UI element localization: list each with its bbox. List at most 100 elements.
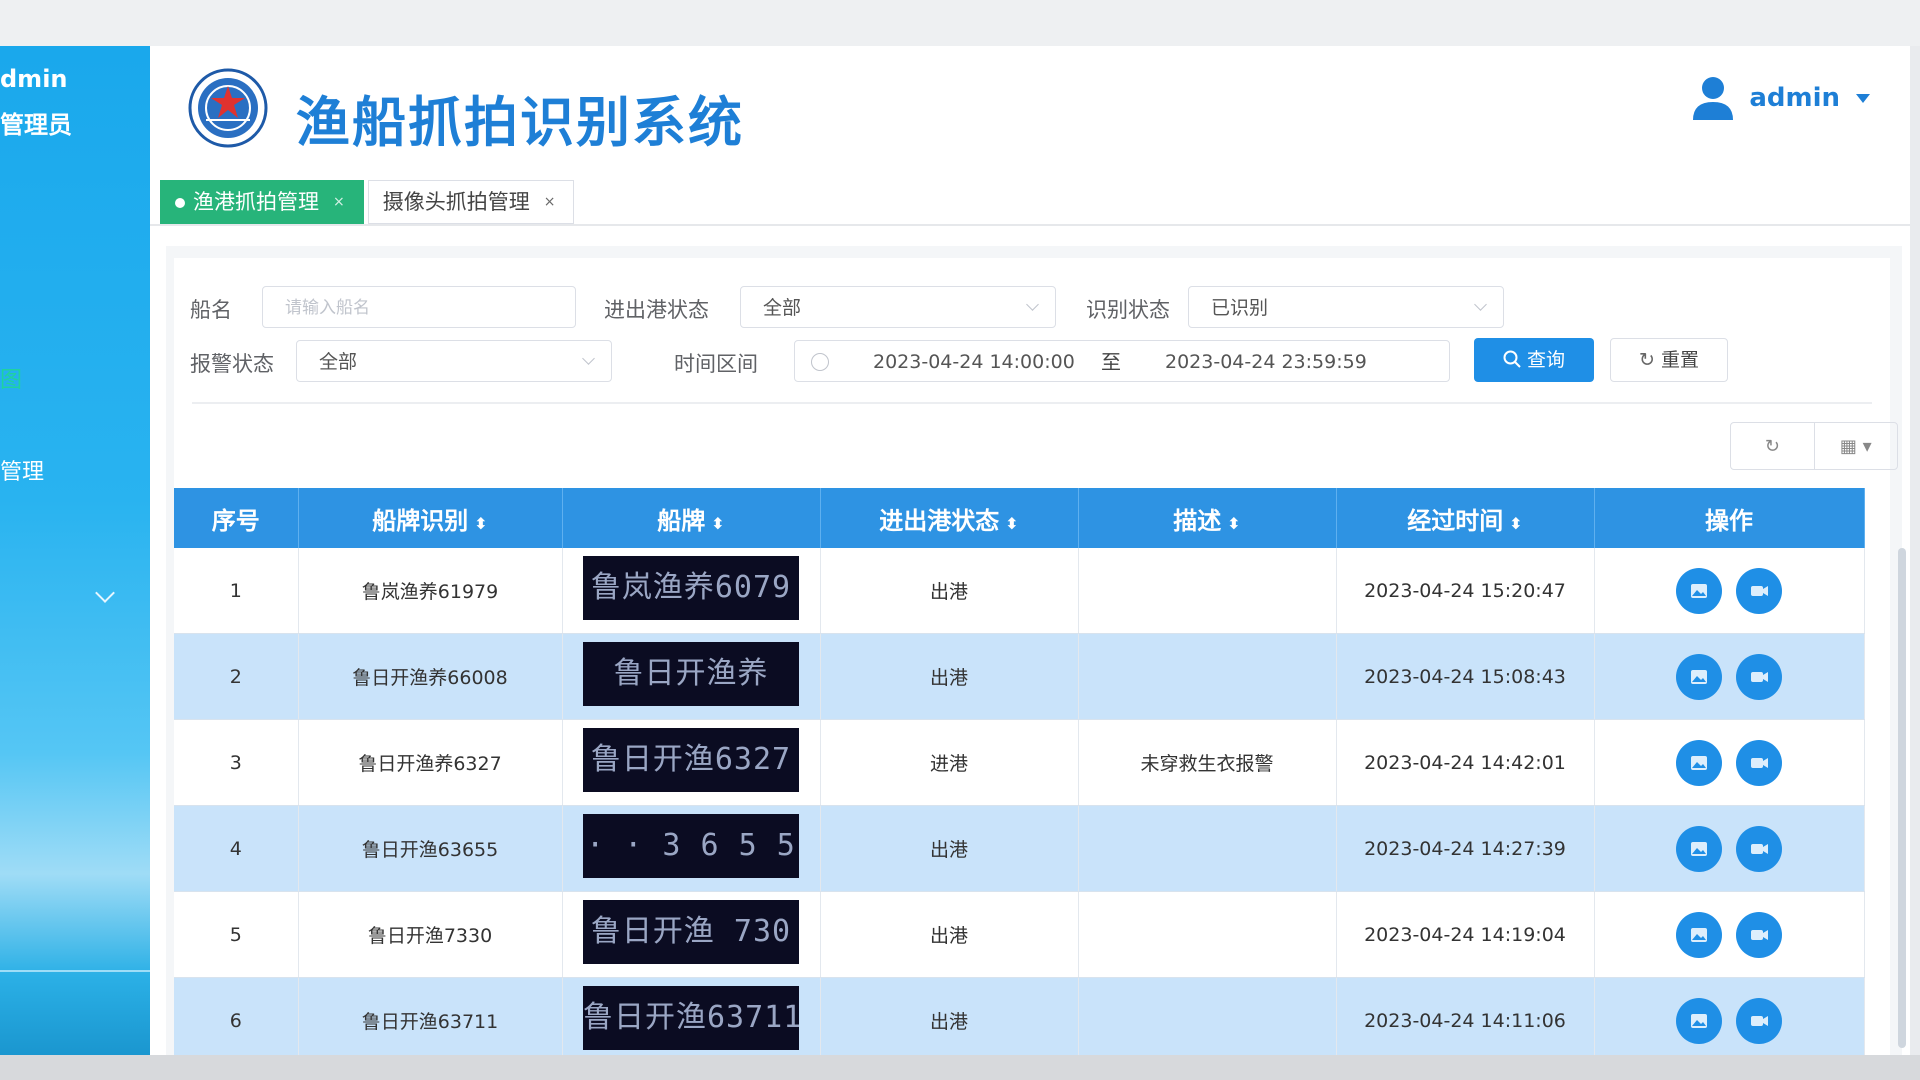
view-image-button[interactable] xyxy=(1676,825,1722,872)
app-title: 渔船抓拍识别系统 xyxy=(296,91,744,154)
column-header-recognized[interactable]: 船牌识别 ⬍ xyxy=(298,488,563,548)
time-range-picker[interactable]: 2023-04-24 14:00:00 至 2023-04-24 23:59:5… xyxy=(794,340,1450,382)
cell-time: 2023-04-24 14:42:01 xyxy=(1336,719,1595,806)
query-button-label: 查询 xyxy=(1526,349,1565,371)
view-video-button[interactable] xyxy=(1736,653,1782,700)
view-video-button[interactable] xyxy=(1736,567,1782,614)
view-image-button[interactable] xyxy=(1676,653,1722,700)
cell-status: 出港 xyxy=(820,805,1079,892)
column-header-time[interactable]: 经过时间 ⬍ xyxy=(1336,488,1595,548)
cell-index: 5 xyxy=(174,891,299,978)
cell-time: 2023-04-24 15:20:47 xyxy=(1336,548,1595,634)
cell-status: 出港 xyxy=(820,891,1079,978)
refresh-icon[interactable]: ↻ xyxy=(1731,423,1814,469)
cell-recognized: 鲁日开渔养6327 xyxy=(298,719,563,806)
chevron-down-icon xyxy=(1474,298,1487,311)
table-toolbar: ↻ ▦ ▾ xyxy=(1730,422,1898,470)
cell-index: 4 xyxy=(174,805,299,892)
tab-camera-capture[interactable]: 摄像头抓拍管理 × xyxy=(367,180,575,224)
cell-desc xyxy=(1078,805,1337,892)
table-row: 5 鲁日开渔7330 鲁日开渔 730 出港 2023-04-24 14:19:04 xyxy=(174,891,1865,978)
cell-time: 2023-04-24 15:08:43 xyxy=(1336,633,1595,720)
time-separator: 至 xyxy=(1101,350,1121,374)
view-video-button[interactable] xyxy=(1736,739,1782,786)
view-image-button[interactable] xyxy=(1676,997,1722,1044)
alarm-status-select[interactable]: 全部 xyxy=(296,340,612,382)
image-icon xyxy=(1691,669,1707,684)
columns-icon[interactable]: ▦ ▾ xyxy=(1813,423,1898,469)
form-divider xyxy=(192,402,1872,404)
sort-icon[interactable]: ⬍ xyxy=(1005,514,1018,533)
plate-thumbnail[interactable]: 鲁日开渔 730 xyxy=(583,900,799,964)
cell-status: 进港 xyxy=(820,719,1079,806)
cell-actions xyxy=(1594,977,1865,1056)
recog-status-label: 识别状态 xyxy=(1086,298,1170,322)
ship-name-label: 船名 xyxy=(190,298,232,322)
plate-thumbnail[interactable]: · · 3 6 5 5 xyxy=(583,814,799,878)
cell-recognized: 鲁岚渔养61979 xyxy=(298,548,563,634)
list-panel: 船名 请输入船名 进出港状态 全部 识别状态 已识别 报警状态 全部 时间区间 … xyxy=(174,258,1906,1056)
plate-thumbnail[interactable]: 鲁日开渔养 xyxy=(583,642,799,706)
port-status-select[interactable]: 全部 xyxy=(740,286,1056,328)
close-icon[interactable]: × xyxy=(333,194,345,210)
cell-plate-image: 鲁日开渔63711 xyxy=(562,977,821,1056)
cell-desc xyxy=(1078,891,1337,978)
image-icon xyxy=(1691,841,1707,856)
photo-bottom-margin xyxy=(0,1055,1920,1080)
view-image-button[interactable] xyxy=(1676,567,1722,614)
column-header-plate[interactable]: 船牌 ⬍ xyxy=(562,488,821,548)
plate-thumbnail[interactable]: 鲁日开渔6327 xyxy=(583,728,799,792)
alarm-status-label: 报警状态 xyxy=(190,352,274,376)
emblem-logo xyxy=(188,68,268,148)
refresh-icon: ↻ xyxy=(1639,349,1655,371)
view-image-button[interactable] xyxy=(1676,911,1722,958)
sort-icon[interactable]: ⬍ xyxy=(711,514,724,533)
sidebar-horizon-line xyxy=(0,970,150,972)
sort-icon[interactable]: ⬍ xyxy=(1227,514,1240,533)
cell-index: 1 xyxy=(174,548,299,634)
sidebar-item-active[interactable]: 图 xyxy=(0,362,22,394)
ship-name-input[interactable]: 请输入船名 xyxy=(262,286,576,328)
cell-actions xyxy=(1594,805,1865,892)
plate-thumbnail[interactable]: 鲁日开渔63711 xyxy=(583,986,799,1050)
view-video-button[interactable] xyxy=(1736,911,1782,958)
cell-index: 2 xyxy=(174,633,299,720)
search-icon xyxy=(1503,350,1521,368)
sidebar-item-management[interactable]: 管理 xyxy=(0,454,44,486)
image-icon xyxy=(1691,583,1707,598)
time-range-label: 时间区间 xyxy=(674,352,758,376)
chevron-down-icon[interactable] xyxy=(95,583,115,603)
table-row: 3 鲁日开渔养6327 鲁日开渔6327 进港 未穿救生衣报警 2023-04-24 14… xyxy=(174,719,1865,806)
cell-recognized: 鲁日开渔63655 xyxy=(298,805,563,892)
cell-recognized: 鲁日开渔63711 xyxy=(298,977,563,1056)
tab-port-capture[interactable]: 渔港抓拍管理 × xyxy=(160,180,364,224)
plate-thumbnail[interactable]: 鲁岚渔养6079 xyxy=(583,556,799,620)
column-header-status[interactable]: 进出港状态 ⬍ xyxy=(820,488,1079,548)
sort-icon[interactable]: ⬍ xyxy=(1509,514,1522,533)
port-status-value: 全部 xyxy=(763,297,802,319)
cell-actions xyxy=(1594,891,1865,978)
reset-button[interactable]: ↻ 重置 xyxy=(1610,338,1728,382)
close-icon[interactable]: × xyxy=(544,194,556,210)
recog-status-select[interactable]: 已识别 xyxy=(1188,286,1504,328)
cell-desc xyxy=(1078,633,1337,720)
user-menu[interactable]: admin xyxy=(1693,76,1870,120)
video-icon xyxy=(1751,585,1768,596)
view-video-button[interactable] xyxy=(1736,825,1782,872)
sort-icon[interactable]: ⬍ xyxy=(474,514,487,533)
view-image-button[interactable] xyxy=(1676,739,1722,786)
recog-status-value: 已识别 xyxy=(1211,297,1269,319)
cell-desc: 未穿救生衣报警 xyxy=(1078,719,1337,806)
active-dot-icon xyxy=(175,198,185,208)
cell-plate-image: · · 3 6 5 5 xyxy=(562,805,821,892)
table-scrollbar[interactable] xyxy=(1898,548,1906,1048)
query-button[interactable]: 查询 xyxy=(1474,338,1594,382)
column-header-desc[interactable]: 描述 ⬍ xyxy=(1078,488,1337,548)
tab-bar: 渔港抓拍管理 × 摄像头抓拍管理 × xyxy=(160,180,575,224)
cell-status: 出港 xyxy=(820,977,1079,1056)
view-video-button[interactable] xyxy=(1736,997,1782,1044)
sidebar-username: dmin xyxy=(0,65,68,93)
cell-status: 出港 xyxy=(820,633,1079,720)
sidebar: dmin 管理员 图 管理 xyxy=(0,46,150,1056)
sidebar-role: 管理员 xyxy=(0,111,72,139)
